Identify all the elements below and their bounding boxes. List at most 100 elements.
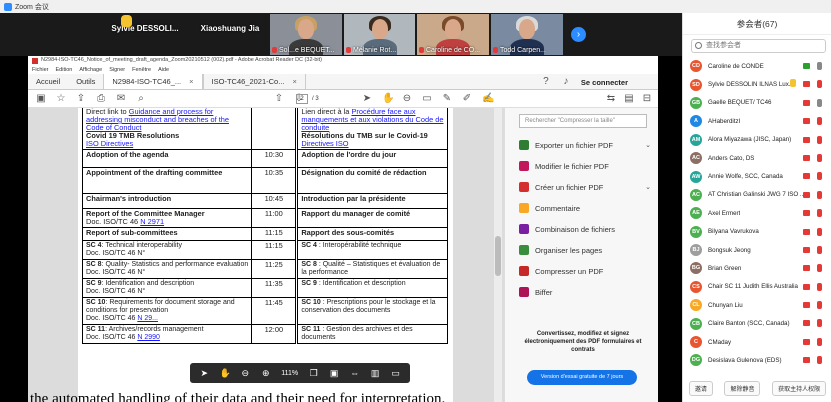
tab-home[interactable]: Accueil <box>28 74 68 89</box>
participant-search-input[interactable]: 查找参会者 <box>691 39 826 53</box>
video-tile[interactable]: Todd Carpen... <box>491 14 563 55</box>
directives-iso-link[interactable]: Directives ISO <box>301 139 348 148</box>
menu-edit[interactable]: Edition <box>56 67 73 73</box>
chevron-down-icon[interactable]: ⌄ <box>645 141 651 149</box>
star-icon[interactable]: ☆ <box>56 93 66 104</box>
copy-icon[interactable]: ❐ <box>309 368 319 378</box>
participant-row[interactable]: CS Chair SC 11 Judith Ellis Australia <box>683 278 831 296</box>
zoom-out-icon[interactable]: ⊖ <box>402 93 412 104</box>
redact-icon <box>519 287 529 297</box>
hand-tool-icon[interactable]: ✋ <box>382 93 394 104</box>
tool-combine-files[interactable]: Combinaison de fichiers <box>519 222 659 236</box>
email-icon[interactable]: ✉ <box>116 93 126 104</box>
save-icon[interactable]: ▣ <box>36 93 46 104</box>
doc-link[interactable]: N 29... <box>137 315 158 322</box>
bell-icon[interactable]: ♪ <box>561 77 571 87</box>
tool-comment[interactable]: Commentaire <box>519 201 659 215</box>
tab-tools[interactable]: Outils <box>68 74 103 89</box>
participant-row[interactable]: AW Annie Wolfe, SCC, Canada <box>683 167 831 185</box>
hand-tool-icon[interactable]: ✋ <box>220 368 231 378</box>
tool-organize-pages[interactable]: Organiser les pages <box>519 243 659 257</box>
iso-directives-link[interactable]: ISO Directives <box>86 139 133 148</box>
menu-help[interactable]: Aide <box>158 67 169 73</box>
participant-row[interactable]: SD Sylvie DESSOLIN ILNAS Lux... <box>683 75 831 93</box>
avatar: CD <box>690 60 702 73</box>
search-icon[interactable]: ⌕ <box>136 93 146 104</box>
acrobat-titlebar: N2984-ISO-TC46_Notice_of_meeting_draft_a… <box>28 56 658 65</box>
participant-row[interactable]: CB Claire Banton (SCC, Canada) <box>683 314 831 332</box>
participant-row[interactable]: BG Brian Green <box>683 259 831 277</box>
muted-mic-icon <box>346 47 351 54</box>
invite-button[interactable]: 邀请 <box>688 380 713 396</box>
participant-name: Todd Carpen... <box>493 47 546 54</box>
tab-document-1[interactable]: N2984-ISO-TC46_... × <box>103 74 203 89</box>
zoom-in-icon[interactable]: ⊕ <box>261 368 271 378</box>
tool-create-pdf[interactable]: Créer un fichier PDF ⌄ <box>519 180 659 194</box>
tools-search-input[interactable]: Rechercher "Compresser la taille" <box>519 114 647 128</box>
chevron-down-icon[interactable]: ⌄ <box>645 183 651 191</box>
pointer-icon[interactable]: ➤ <box>199 368 209 378</box>
participant-row[interactable]: AE Axel Ermert <box>683 204 831 222</box>
claim-host-button[interactable]: 获取主持人权限 <box>772 380 827 396</box>
print-icon[interactable]: ⎙ <box>96 93 106 104</box>
document-viewport[interactable]: Direct link to Guidance and process for … <box>28 108 504 402</box>
fit-width-icon[interactable]: ⇔ <box>350 368 360 378</box>
video-person-face <box>519 19 535 39</box>
sidebar-toggle-icon[interactable]: ⊟ <box>642 94 652 104</box>
free-trial-button[interactable]: Version d'essai gratuite de 7 jours <box>527 370 637 385</box>
participant-row[interactable]: AC AT Christian Galinski JWG 7 ISO ... <box>683 186 831 204</box>
upload-icon[interactable]: ⇪ <box>76 93 86 104</box>
participant-row[interactable]: CD Caroline de CONDE <box>683 57 831 75</box>
select-cursor-icon[interactable]: ➤ <box>362 93 372 104</box>
page-total: / 3 <box>312 96 319 102</box>
highlight-icon[interactable]: ✐ <box>462 93 472 104</box>
menu-file[interactable]: Fichier <box>32 67 49 73</box>
participant-row[interactable]: GB Gaelle BEQUET/ TC46 <box>683 94 831 112</box>
share-icon[interactable]: ⇆ <box>606 94 616 104</box>
close-icon[interactable]: × <box>189 77 193 86</box>
page-number-input[interactable]: 2 <box>296 94 308 104</box>
participant-row[interactable]: A AHaberditzl <box>683 112 831 130</box>
zoom-level[interactable]: 111% <box>281 370 298 377</box>
menu-sign[interactable]: Signer <box>109 67 125 73</box>
tool-redact[interactable]: Biffer <box>519 285 659 299</box>
sign-icon[interactable]: ✍ <box>482 93 494 104</box>
help-icon[interactable]: ? <box>541 77 551 87</box>
doc-link[interactable]: N 2971 <box>140 217 164 226</box>
video-tile[interactable]: Caroline de CO... <box>417 14 489 55</box>
participant-row[interactable]: AM Alora Miyazawa (JISC, Japan) <box>683 131 831 149</box>
next-page-arrow-icon[interactable]: › <box>571 27 586 42</box>
fit-page-icon[interactable]: ▣ <box>329 368 339 378</box>
video-tile[interactable]: Xiaoshuang Jia <box>190 14 270 55</box>
close-icon[interactable]: × <box>292 77 296 86</box>
sign-in-button[interactable]: Se connecter <box>581 78 628 87</box>
video-tile[interactable]: Mélanie Rot... <box>344 14 415 55</box>
menu-window[interactable]: Fenêtre <box>132 67 151 73</box>
zoom-out-icon[interactable]: ⊖ <box>240 368 250 378</box>
read-mode-icon[interactable]: ▭ <box>391 368 401 378</box>
tool-compress-pdf[interactable]: Compresser un PDF <box>519 264 659 278</box>
pen-icon[interactable]: ✎ <box>442 93 452 104</box>
participant-row[interactable]: C CMaday <box>683 333 831 351</box>
comment-icon[interactable]: ▭ <box>422 93 432 104</box>
menu-view[interactable]: Affichage <box>79 67 102 73</box>
participant-row[interactable]: BJ Bongsuk Jeong <box>683 241 831 259</box>
scrollbar-thumb[interactable] <box>495 236 501 276</box>
tool-export-pdf[interactable]: Exporter un fichier PDF ⌄ <box>519 138 659 152</box>
participant-row[interactable]: CL Chunyan Liu <box>683 296 831 314</box>
doc-link[interactable]: N 2990 <box>137 334 160 341</box>
participant-row[interactable]: AC Anders Cato, DS <box>683 149 831 167</box>
fullscreen-icon[interactable]: ▤ <box>624 94 634 104</box>
video-tile[interactable]: Sol...e BEQUET... <box>270 14 342 55</box>
unmute-all-button[interactable]: 解除静音 <box>724 380 761 396</box>
video-tile[interactable]: Sylvie DESSOLI... <box>100 14 190 55</box>
document-scrollbar[interactable] <box>494 108 502 402</box>
page-up-icon[interactable]: ⇧ <box>274 93 284 104</box>
participant-row[interactable]: BV Bilyana Vavrukova <box>683 223 831 241</box>
participant-list: CD Caroline de CONDE SD Sylvie DESSOLIN ILN… <box>683 57 831 370</box>
tool-edit-pdf[interactable]: Modifier le fichier PDF <box>519 159 659 173</box>
scroll-mode-icon[interactable]: ▥ <box>370 368 380 378</box>
tab-document-2[interactable]: ISO-TC46_2021-Co... × <box>202 74 306 89</box>
video-off-icon <box>803 191 810 198</box>
participant-row[interactable]: DG Desislava Gulenova (EDS) <box>683 351 831 369</box>
